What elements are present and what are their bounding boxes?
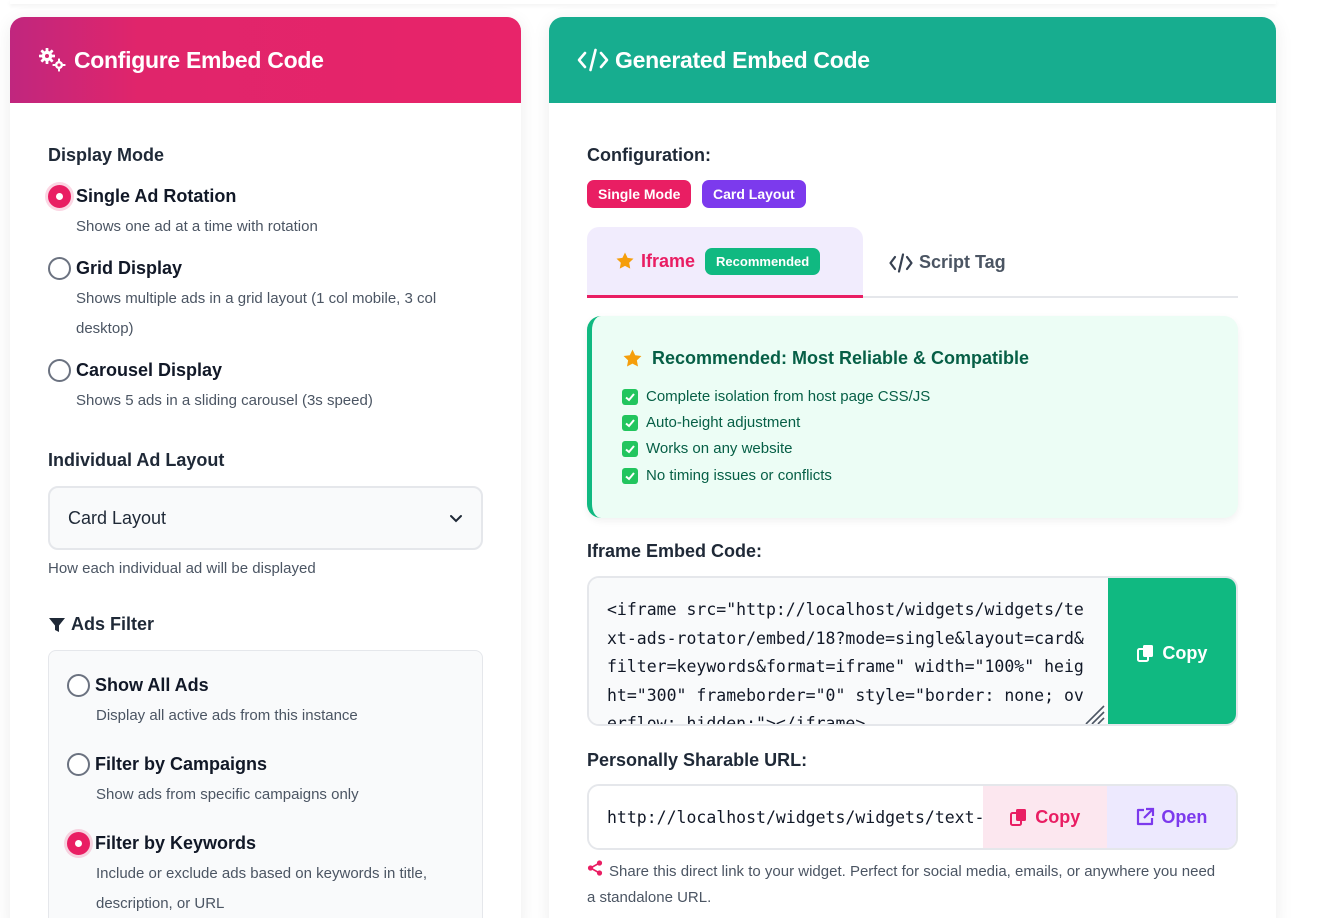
tab-iframe[interactable]: Iframe Recommended [587, 227, 863, 298]
radio-label: Grid Display [76, 258, 183, 278]
share-url-input[interactable]: http://localhost/widgets/widgets/text-ad… [589, 786, 983, 848]
ad-layout-select[interactable]: Card Layout [48, 486, 483, 550]
code-icon [577, 48, 609, 72]
display-mode-heading: Display Mode [48, 145, 165, 165]
open-label: Open [1161, 806, 1208, 827]
tab-script-tag[interactable]: Script Tag [889, 227, 1006, 298]
copy-icon [1009, 807, 1029, 827]
external-link-icon [1135, 807, 1155, 827]
gears-icon [38, 47, 68, 73]
tab-iframe-label: Iframe [641, 250, 696, 271]
copy-label: Copy [1035, 806, 1081, 827]
radio-filter-by-campaigns[interactable]: Filter by Campaigns [67, 753, 267, 776]
feature-item: Works on any website [622, 440, 792, 457]
iframe-code-textarea[interactable]: <iframe src="http://localhost/widgets/wi… [589, 578, 1108, 726]
layout-badge: Card Layout [702, 180, 806, 208]
configure-panel-header: Configure Embed Code [10, 17, 521, 103]
share-url-note: Share this direct link to your widget. P… [587, 859, 1227, 911]
option-description: Shows multiple ads in a grid layout (1 c… [76, 290, 437, 337]
radio-button-selected[interactable] [48, 185, 71, 208]
feature-item: Auto-height adjustment [622, 414, 800, 431]
radio-label: Carousel Display [76, 360, 223, 380]
recommended-badge: Recommended [705, 247, 821, 275]
filter-icon [48, 616, 66, 634]
top-divider [10, 0, 1276, 4]
iframe-code-heading: Iframe Embed Code: [587, 541, 763, 561]
radio-grid-display[interactable]: Grid Display [48, 257, 182, 280]
feature-text: No timing issues or conflicts [646, 467, 832, 484]
recommendation-box: Recommended: Most Reliable & Compatible … [587, 316, 1238, 518]
radio-label: Filter by Keywords [95, 833, 257, 853]
ad-layout-hint: How each individual ad will be displayed [48, 560, 316, 577]
radio-button[interactable] [67, 674, 90, 697]
radio-label: Show All Ads [95, 675, 209, 695]
checkmark-icon [622, 467, 638, 484]
radio-button[interactable] [48, 359, 71, 382]
checkmark-icon [622, 388, 638, 405]
share-url-container: http://localhost/widgets/widgets/text-ad… [587, 784, 1238, 850]
option-description: Show ads from specific campaigns only [96, 786, 359, 803]
resize-grip-icon[interactable] [1082, 702, 1106, 726]
share-url-heading: Personally Sharable URL: [587, 750, 808, 770]
recommendation-title: Recommended: Most Reliable & Compatible [622, 348, 1029, 369]
radio-label: Single Ad Rotation [76, 186, 237, 206]
radio-filter-by-keywords[interactable]: Filter by Keywords [67, 832, 256, 855]
radio-carousel-display[interactable]: Carousel Display [48, 359, 222, 382]
option-description: Shows one ad at a time with rotation [76, 218, 318, 235]
checkmark-icon [622, 440, 638, 457]
ads-filter-heading-text: Ads Filter [71, 614, 155, 634]
copy-label: Copy [1162, 642, 1208, 663]
configure-panel: Configure Embed Code Display Mode Single… [10, 17, 521, 918]
ads-filter-heading: Ads Filter [48, 614, 154, 635]
checkmark-icon [622, 414, 638, 431]
code-icon [889, 252, 913, 273]
copy-icon [1136, 643, 1156, 663]
radio-button[interactable] [67, 753, 90, 776]
configure-panel-title: Configure Embed Code [74, 46, 324, 73]
configuration-heading: Configuration: [587, 145, 711, 165]
chevron-down-icon [449, 508, 463, 529]
ads-filter-options-box: Show All Ads Display all active ads from… [48, 650, 483, 918]
mode-badge: Single Mode [587, 180, 692, 208]
feature-text: Works on any website [646, 440, 793, 457]
ad-layout-selected-value: Card Layout [68, 507, 167, 528]
radio-button[interactable] [48, 257, 71, 280]
option-description: Include or exclude ads based on keywords… [96, 865, 428, 912]
share-icon [587, 859, 603, 885]
feature-item: No timing issues or conflicts [622, 467, 832, 484]
generated-code-panel: Generated Embed Code Configuration: Sing… [549, 17, 1276, 918]
feature-item: Complete isolation from host page CSS/JS [622, 388, 930, 405]
radio-label: Filter by Campaigns [95, 754, 268, 774]
star-icon [622, 348, 643, 369]
feature-text: Complete isolation from host page CSS/JS [646, 388, 931, 405]
generated-code-title: Generated Embed Code [615, 46, 870, 73]
copy-url-button[interactable]: Copy [982, 786, 1107, 848]
star-icon [615, 251, 635, 271]
ad-layout-heading: Individual Ad Layout [48, 450, 225, 470]
share-url-note-text: Share this direct link to your widget. P… [587, 863, 1216, 907]
radio-show-all-ads[interactable]: Show All Ads [67, 674, 209, 697]
option-description: Display all active ads from this instanc… [96, 707, 358, 724]
open-url-button[interactable]: Open [1106, 786, 1236, 848]
radio-single-ad-rotation[interactable]: Single Ad Rotation [48, 185, 236, 208]
option-description: Shows 5 ads in a sliding carousel (3s sp… [76, 392, 373, 409]
copy-iframe-code-button[interactable]: Copy [1107, 578, 1236, 724]
generated-code-header: Generated Embed Code [549, 17, 1276, 103]
tab-script-tag-label: Script Tag [919, 252, 1006, 272]
iframe-code-container: <iframe src="http://localhost/widgets/wi… [587, 576, 1238, 726]
recommendation-title-text: Recommended: Most Reliable & Compatible [652, 348, 1030, 368]
feature-text: Auto-height adjustment [646, 414, 801, 431]
embed-tabs: Iframe Recommended Script Tag [587, 227, 1238, 298]
radio-button-selected[interactable] [67, 832, 90, 855]
